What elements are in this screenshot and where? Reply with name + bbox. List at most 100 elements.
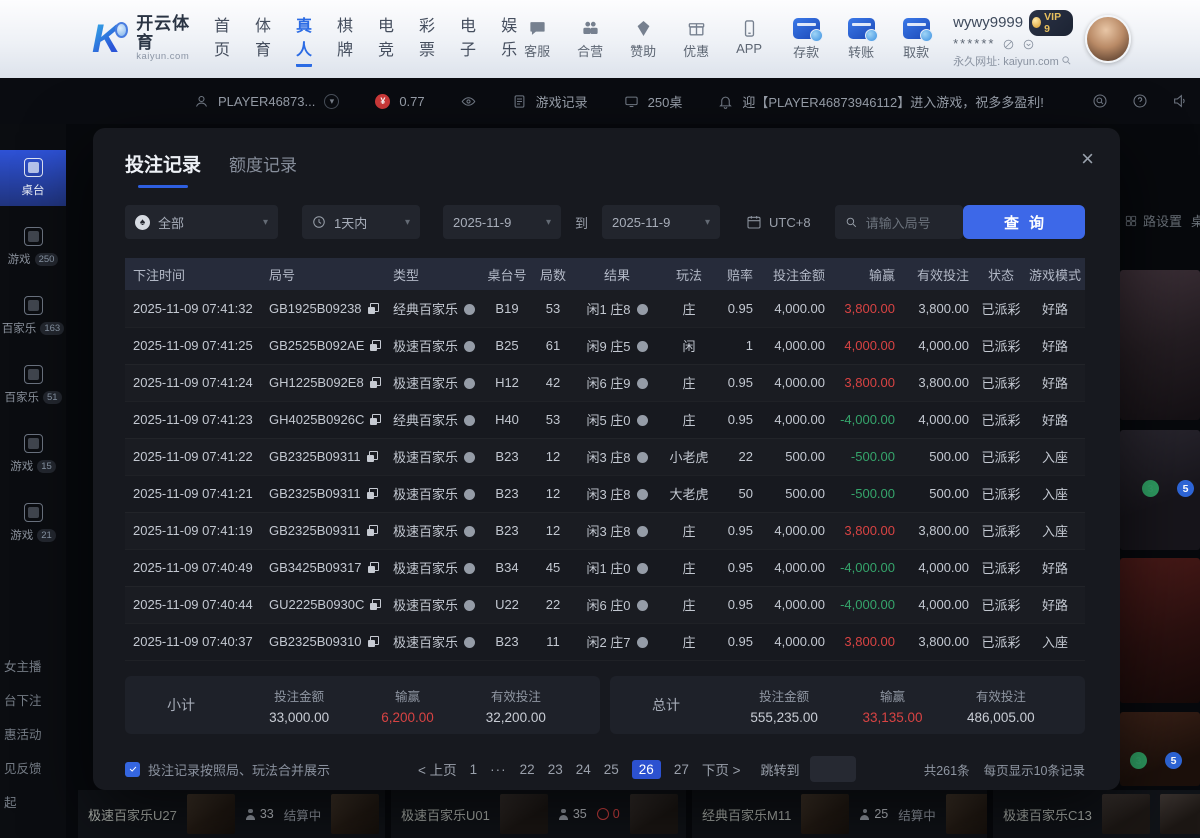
partner-button[interactable]: 合营 [570,19,610,60]
brand-logo[interactable]: K 开云体育 kaiyun.com [92,15,192,63]
tab-quota-records[interactable]: 额度记录 [229,151,297,176]
nav-item-2[interactable]: 体育 [255,12,271,67]
modal-tabs: 投注记录 额度记录 [125,150,297,188]
table-card-3[interactable]: 经典百家乐M1125结算中 [692,790,987,838]
sidebar-footer-item-1[interactable]: 女主播 [4,656,42,675]
copy-icon[interactable] [368,636,379,647]
total-count-note: 共261条 [924,760,970,779]
cell-table: B25 [483,327,531,364]
bet-records-table: 下注时间局号类型桌台号局数结果玩法赔率投注金额输赢有效投注状态游戏模式 2025… [125,258,1085,661]
next-page-button[interactable]: 下页 > [702,759,741,779]
copy-icon[interactable] [368,562,379,573]
sidebar-footer-item-5[interactable]: 起 [4,792,42,811]
service-button[interactable]: 客服 [517,19,557,60]
page-button-24[interactable]: 24 [576,762,591,777]
table-card-4[interactable]: 极速百家乐C13 [993,790,1200,838]
withdraw-button[interactable]: 取款 [895,18,937,61]
page-button-25[interactable]: 25 [604,762,619,777]
page-button-23[interactable]: 23 [548,762,563,777]
cell-play: 庄 [659,512,719,549]
nav-item-6[interactable]: 彩票 [419,12,435,67]
copy-icon[interactable] [367,451,378,462]
sidebar-item-5[interactable]: 游戏15 [0,426,66,482]
chevron-circle-icon[interactable] [1022,38,1035,51]
date-from-select[interactable]: 2025-11-9 ▾ [443,205,561,239]
tab-bet-records[interactable]: 投注记录 [125,150,201,188]
timezone-control[interactable]: UTC+8 [746,214,811,230]
video-thumb-4[interactable] [1120,712,1200,786]
video-thumb-1[interactable] [1120,270,1200,420]
copy-icon[interactable] [367,488,378,499]
timer-icon [597,808,609,820]
table-card-title: 经典百家乐M11 [702,805,791,824]
jump-page-input[interactable] [810,756,856,782]
deposit-button[interactable]: 存款 [785,18,827,61]
zoom-icon[interactable] [1092,93,1108,109]
transfer-button[interactable]: 转账 [840,18,882,61]
sidebar-item-1[interactable]: 桌台 [0,150,66,206]
sponsor-button[interactable]: 赞助 [623,19,663,60]
table-card-2[interactable]: 极速百家乐U01350 [391,790,686,838]
search-icon[interactable] [1061,55,1072,66]
copy-icon[interactable] [370,340,381,351]
page-button-26[interactable]: 26 [632,760,661,779]
page-button-22[interactable]: 22 [520,762,535,777]
video-thumb-3[interactable] [1120,558,1200,703]
copy-icon[interactable] [370,414,381,425]
cell-result: 闲9 庄5 [575,327,659,364]
nav-item-5[interactable]: 电竞 [378,12,394,67]
game-record-link[interactable]: 游戏记录 [536,92,588,111]
cell-id: GH1225B092E8 [261,364,385,401]
road-settings-control[interactable]: 路设置 [1124,211,1182,230]
speaker-icon[interactable] [1172,93,1188,109]
bell-icon [718,94,733,109]
nav-item-4[interactable]: 棋牌 [337,12,353,67]
round-search-input[interactable]: 请输入局号 [835,205,963,239]
table-card-1[interactable]: 极速百家乐U2733结算中 [78,790,385,838]
sidebar-item-2[interactable]: 游戏250 [0,219,66,275]
cell-status: 已派彩 [977,586,1025,623]
sidebar-item-icon [24,227,43,246]
avatar[interactable] [1085,15,1131,63]
query-button[interactable]: 查询 [963,205,1085,239]
cell-time: 2025-11-09 07:41:25 [125,327,261,364]
cell-odds: 0.95 [719,290,761,327]
copy-icon[interactable] [370,377,381,388]
eye-icon[interactable] [461,94,476,109]
copy-icon[interactable] [368,303,379,314]
category-select[interactable]: ♠ 全部 ▾ [125,205,278,239]
eye-off-icon[interactable] [1002,38,1015,51]
sidebar-item-6[interactable]: 游戏21 [0,495,66,551]
sidebar-item-badge: 15 [37,460,56,473]
subtotal-valid: 32,200.00 [486,710,546,725]
sidebar-footer-item-3[interactable]: 惠活动 [4,724,42,743]
table-row: 2025-11-09 07:41:24GH1225B092E8极速百家乐H124… [125,364,1085,401]
sidebar-item-3[interactable]: 百家乐163 [0,288,66,344]
merge-checkbox[interactable] [125,762,140,777]
brand-domain: kaiyun.com [136,52,192,62]
player-dropdown-icon[interactable]: ▾ [324,94,339,109]
copy-icon[interactable] [367,525,378,536]
nav-item-1[interactable]: 首页 [214,12,230,67]
player-id[interactable]: PLAYER46873... [218,94,315,109]
cell-status: 已派彩 [977,401,1025,438]
promo-button[interactable]: 优惠 [676,19,716,60]
prev-page-button[interactable]: < 上页 [418,759,457,779]
sidebar-item-4[interactable]: 百家乐51 [0,357,66,413]
app-button[interactable]: APP [729,19,769,60]
info-icon [637,600,648,611]
close-icon[interactable]: × [1081,148,1094,170]
nav-item-3[interactable]: 真人 [296,12,312,67]
tables-count[interactable]: 250桌 [648,92,683,111]
sidebar-footer-item-2[interactable]: 台下注 [4,690,42,709]
help-icon[interactable] [1132,93,1148,109]
cell-table: B23 [483,512,531,549]
page-button-27[interactable]: 27 [674,762,689,777]
date-to-select[interactable]: 2025-11-9 ▾ [602,205,720,239]
copy-icon[interactable] [370,599,381,610]
range-select[interactable]: 1天内 ▾ [302,205,420,239]
nav-item-8[interactable]: 娱乐 [501,12,517,67]
page-button-1[interactable]: 1 [470,762,478,777]
nav-item-7[interactable]: 电子 [460,12,476,67]
sidebar-footer-item-4[interactable]: 见反馈 [4,758,42,777]
